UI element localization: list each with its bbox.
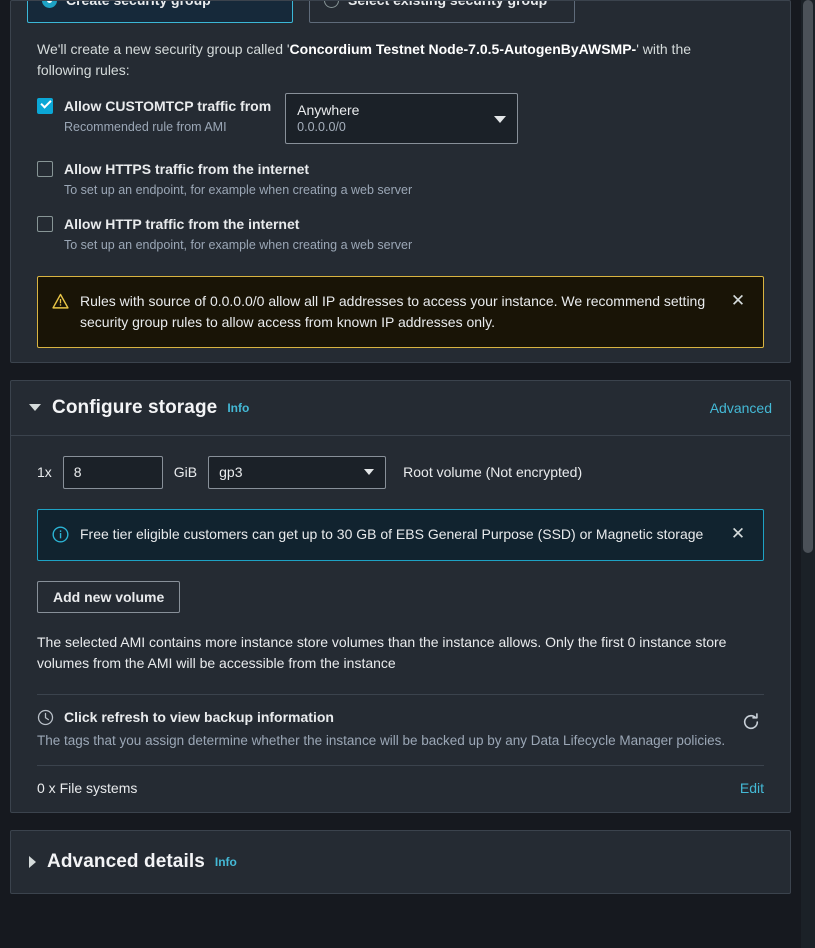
volume-type-select[interactable]: gp3 bbox=[208, 455, 387, 489]
instance-store-note: The selected AMI contains more instance … bbox=[37, 633, 727, 671]
radio-label-create-security-group: Create security group bbox=[66, 1, 211, 8]
backup-information-row: Click refresh to view backup information… bbox=[37, 695, 764, 765]
add-new-volume-button[interactable]: Add new volume bbox=[37, 580, 181, 613]
rule-label-http: Allow HTTP traffic from the internet bbox=[64, 215, 300, 232]
info-circle-icon bbox=[52, 526, 69, 543]
root-volume-row: 1x GiB gp3 Root volume (Not encrypted) bbox=[37, 455, 764, 489]
file-systems-label: 0 x File systems bbox=[37, 779, 138, 796]
warning-text: Rules with source of 0.0.0.0/0 allow all… bbox=[80, 292, 706, 330]
radio-indicator-selected bbox=[42, 1, 57, 8]
chevron-down-icon-volume-type bbox=[364, 469, 375, 476]
volume-type-value: gp3 bbox=[219, 464, 243, 481]
radio-indicator-unselected bbox=[324, 1, 339, 8]
chevron-down-icon-storage[interactable] bbox=[29, 404, 41, 412]
info-link-advanced[interactable]: Info bbox=[215, 855, 237, 869]
rule-label-https: Allow HTTPS traffic from the internet bbox=[64, 161, 310, 177]
info-link-storage[interactable]: Info bbox=[227, 401, 249, 415]
chevron-down-icon bbox=[494, 115, 507, 123]
file-systems-row: 0 x File systems Edit bbox=[37, 766, 764, 812]
chevron-right-icon-advanced[interactable] bbox=[29, 855, 36, 868]
free-tier-text: Free tier eligible customers can get up … bbox=[80, 525, 704, 542]
rule-row-customtcp: Allow CUSTOMTCP traffic from Recommended… bbox=[37, 93, 764, 144]
radio-label-select-existing-security-group: Select existing security group bbox=[348, 1, 547, 8]
checkbox-allow-http[interactable] bbox=[37, 215, 53, 232]
refresh-icon[interactable] bbox=[738, 709, 764, 735]
open-cidr-warning-alert: Rules with source of 0.0.0.0/0 allow all… bbox=[37, 275, 764, 348]
page-title-configure-storage: Configure storage bbox=[52, 396, 218, 418]
radio-card-create-security-group[interactable]: Create security group bbox=[27, 1, 293, 23]
advanced-details-header[interactable]: Advanced details Info bbox=[11, 831, 790, 893]
radio-card-select-existing-security-group[interactable]: Select existing security group bbox=[309, 1, 575, 23]
network-settings-panel: Create security group Select existing se… bbox=[10, 0, 791, 363]
configure-storage-header[interactable]: Configure storage Info Advanced bbox=[11, 381, 790, 436]
checkbox-allow-https[interactable] bbox=[37, 161, 53, 177]
configure-storage-panel: Configure storage Info Advanced 1x GiB g… bbox=[10, 379, 791, 813]
source-select-cidr: 0.0.0.0/0 bbox=[297, 120, 346, 134]
volume-size-input[interactable] bbox=[62, 455, 163, 489]
volume-count-label: 1x bbox=[37, 464, 52, 481]
security-group-rules-list: Allow CUSTOMTCP traffic from Recommended… bbox=[11, 81, 790, 254]
close-icon-warning[interactable]: ✕ bbox=[727, 291, 749, 313]
security-group-name: Concordium Testnet Node-7.0.5-AutogenByA… bbox=[289, 41, 637, 57]
backup-title-label: Click refresh to view backup information bbox=[64, 709, 334, 726]
security-group-choice-group: Create security group Select existing se… bbox=[11, 1, 790, 23]
page-scrollbar-thumb[interactable] bbox=[803, 0, 813, 553]
page-scrollbar-track[interactable] bbox=[801, 0, 815, 948]
backup-subtitle-label: The tags that you assign determine wheth… bbox=[37, 732, 726, 748]
advanced-toggle-link[interactable]: Advanced bbox=[710, 400, 772, 416]
description-prefix: We'll create a new security group called… bbox=[37, 41, 290, 57]
edit-file-systems-link[interactable]: Edit bbox=[740, 780, 764, 796]
volume-size-unit-label: GiB bbox=[173, 464, 198, 481]
rule-row-https: Allow HTTPS traffic from the internet To… bbox=[37, 158, 764, 199]
configure-storage-body: 1x GiB gp3 Root volume (Not encrypted) bbox=[11, 436, 790, 812]
source-select-customtcp[interactable]: Anywhere 0.0.0.0/0 bbox=[285, 93, 519, 144]
advanced-details-panel: Advanced details Info bbox=[10, 829, 791, 894]
security-group-description: We'll create a new security group called… bbox=[11, 23, 771, 81]
page-title-advanced-details: Advanced details bbox=[47, 850, 205, 872]
close-icon-free-tier[interactable]: ✕ bbox=[727, 524, 749, 546]
rule-row-http: Allow HTTP traffic from the internet To … bbox=[37, 213, 764, 254]
rule-label-customtcp: Allow CUSTOMTCP traffic from bbox=[64, 98, 272, 114]
clock-icon bbox=[37, 709, 54, 726]
rule-sublabel-https: To set up an endpoint, for example when … bbox=[64, 182, 413, 197]
source-select-value: Anywhere bbox=[297, 102, 360, 118]
warning-triangle-icon bbox=[52, 293, 69, 310]
volume-meta-label: Root volume (Not encrypted) bbox=[403, 464, 583, 481]
checkbox-allow-customtcp[interactable] bbox=[37, 98, 53, 114]
free-tier-info-alert: Free tier eligible customers can get up … bbox=[37, 508, 764, 561]
rule-sublabel-http: To set up an endpoint, for example when … bbox=[64, 237, 413, 252]
backup-title-row: Click refresh to view backup information bbox=[37, 709, 738, 726]
page-viewport: Create security group Select existing se… bbox=[0, 0, 801, 948]
rule-sublabel-customtcp: Recommended rule from AMI bbox=[64, 119, 227, 134]
